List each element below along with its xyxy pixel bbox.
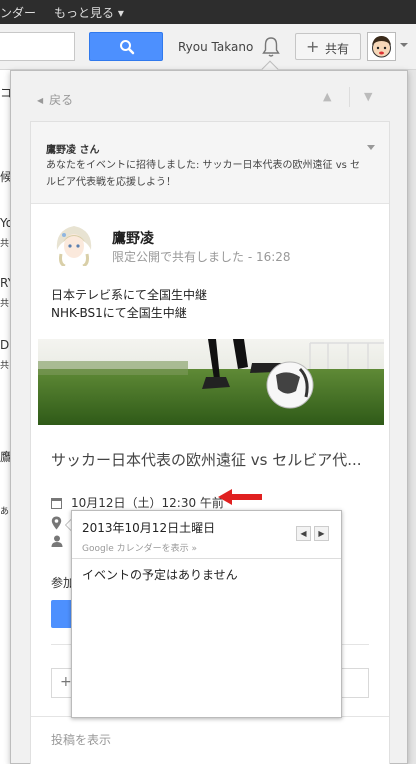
- next-notification-icon[interactable]: ▼: [364, 90, 372, 103]
- avatar-face-icon: [372, 36, 391, 58]
- nav-more-menu[interactable]: もっと見る ▾: [54, 4, 124, 21]
- red-arrow-annotation-icon: [218, 489, 262, 505]
- previous-day-button[interactable]: ◀: [296, 526, 311, 541]
- account-avatar[interactable]: [367, 32, 396, 61]
- person-icon: [51, 535, 63, 547]
- calendar-popup-date: 2013年10月12日土曜日: [82, 521, 216, 535]
- show-post-link[interactable]: 投稿を表示: [51, 731, 111, 748]
- invite-message: あなたをイベントに招待しました: サッカー日本代表の欧州遠征 vs セルビア代表…: [46, 160, 361, 188]
- post-author-name[interactable]: 鷹野凌: [112, 228, 154, 248]
- author-avatar[interactable]: [51, 220, 97, 266]
- chevron-down-icon[interactable]: [367, 145, 375, 150]
- open-google-calendar-link[interactable]: Google カレンダーを表示 »: [82, 541, 197, 554]
- plus-icon: +: [60, 674, 72, 690]
- show-post-bar: 投稿を表示: [31, 716, 389, 764]
- back-link[interactable]: ◀ 戻る: [37, 91, 73, 108]
- share-button-label: 共有: [325, 42, 350, 56]
- search-input[interactable]: [0, 32, 75, 61]
- top-nav-bar: ンダー もっと見る ▾: [0, 0, 416, 24]
- no-events-message: イベントの予定はありません: [82, 568, 238, 582]
- search-icon: [120, 40, 135, 55]
- post-text-line: 日本テレビ系にて全国生中継: [51, 288, 208, 302]
- search-button[interactable]: [89, 32, 163, 61]
- event-photo-soccer[interactable]: [38, 339, 384, 425]
- bg-fragment: あ: [0, 507, 10, 517]
- bg-fragment: 共: [0, 239, 10, 249]
- nav-divider: [349, 87, 350, 107]
- calendar-icon: [51, 498, 62, 509]
- location-pin-icon: [51, 516, 62, 530]
- divider: [72, 558, 341, 559]
- calendar-popup: 2013年10月12日土曜日 Google カレンダーを表示 » ◀ ▶ イベン…: [71, 510, 342, 718]
- bg-fragment: 共: [0, 299, 10, 309]
- invite-sender: 鷹野凌 さん: [46, 145, 100, 156]
- post-visibility-time: 限定公開で共有しました - 16:28: [112, 250, 291, 264]
- previous-notification-icon[interactable]: ▲: [323, 90, 331, 103]
- back-label: 戻る: [49, 93, 74, 107]
- share-button[interactable]: + 共有: [295, 33, 361, 60]
- nav-item-calendar[interactable]: ンダー: [0, 4, 36, 21]
- background-page: コ 候 Yo 共 RY 共 Da 共 鷹 あ: [0, 70, 17, 764]
- plus-icon: +: [306, 37, 320, 56]
- next-day-button[interactable]: ▶: [314, 526, 329, 541]
- user-name-link[interactable]: Ryou Takano: [178, 40, 253, 54]
- back-arrow-icon: ◀: [37, 96, 44, 105]
- event-title[interactable]: サッカー日本代表の欧州遠征 vs セルビア代...: [51, 449, 362, 470]
- google-bar: Ryou Takano + 共有: [0, 24, 416, 70]
- bell-icon[interactable]: [261, 36, 281, 58]
- account-menu-caret[interactable]: [400, 43, 408, 47]
- post-text-line: NHK-BS1にて全国生中継: [51, 306, 187, 320]
- bg-fragment: 共: [0, 361, 10, 371]
- event-date-link[interactable]: 10月12日（土）12:30 午前: [71, 494, 224, 511]
- invite-header[interactable]: 鷹野凌 さん あなたをイベントに招待しました: サッカー日本代表の欧州遠征 vs…: [31, 122, 389, 204]
